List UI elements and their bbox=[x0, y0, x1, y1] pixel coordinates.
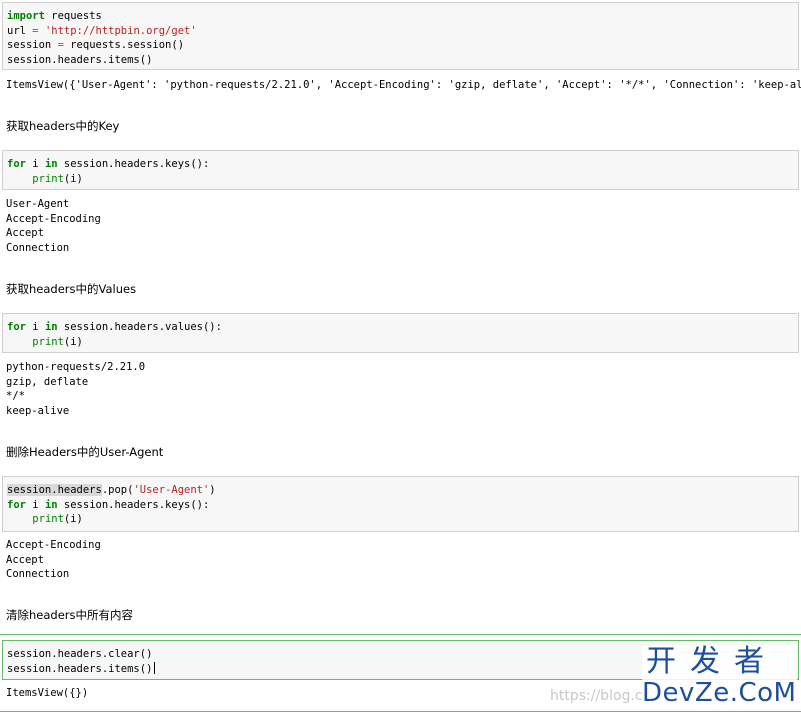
code-text: requests.session() bbox=[70, 39, 185, 52]
watermark-url: https://blog.cs bbox=[550, 688, 650, 704]
string-literal: 'http://httpbin.org/get' bbox=[44, 24, 197, 37]
string-literal: 'User-Agent' bbox=[133, 484, 210, 496]
code-cell-2[interactable]: for i in session.headers.keys(): print(i… bbox=[2, 150, 799, 190]
code-line: import requests bbox=[7, 9, 794, 24]
code-text: session.headers.items() bbox=[7, 662, 153, 675]
cell-output-2: User-Agent Accept-Encoding Accept Connec… bbox=[6, 198, 101, 254]
code-line: session = requests.session() bbox=[7, 38, 794, 53]
cell-output-5: ItemsView({}) bbox=[6, 687, 89, 699]
code-text: i bbox=[25, 158, 45, 170]
code-line: print(i) bbox=[7, 172, 794, 187]
keyword: for bbox=[7, 498, 26, 511]
code-line: print(i) bbox=[7, 335, 794, 350]
code-text: session.headers.values(): bbox=[57, 321, 222, 333]
keyword: in bbox=[44, 321, 58, 333]
builtin: print bbox=[32, 335, 64, 348]
code-text: session.headers.keys(): bbox=[57, 498, 210, 511]
text-cursor bbox=[154, 661, 156, 674]
operator: = bbox=[25, 24, 45, 37]
code-text: session.headers.clear() bbox=[7, 648, 153, 660]
watermark-logo-cn: 开发者 bbox=[646, 644, 778, 679]
bottom-border bbox=[0, 711, 801, 712]
builtin: print bbox=[32, 513, 64, 526]
code-text: (i) bbox=[63, 172, 83, 185]
code-text: .pop( bbox=[101, 484, 134, 496]
code-cell-4[interactable]: session.headers.pop('User-Agent') for i … bbox=[2, 476, 799, 532]
keyword: import bbox=[7, 10, 45, 22]
keyword: for bbox=[7, 158, 26, 170]
code-line: for i in session.headers.values(): bbox=[7, 320, 794, 335]
watermark-logo: 开发者 DevZe.CoM bbox=[642, 645, 797, 711]
code-line: for i in session.headers.keys(): bbox=[7, 157, 794, 172]
code-text: requests bbox=[44, 10, 102, 22]
watermark-logo-en: DevZe.CoM bbox=[642, 678, 797, 708]
code-text: session.headers.keys(): bbox=[57, 158, 210, 170]
code-text: (i) bbox=[63, 513, 83, 526]
selected-cell-indicator bbox=[0, 634, 801, 635]
cell-output-4: Accept-Encoding Accept Connection bbox=[6, 539, 101, 581]
code-line: url = 'http://httpbin.org/get' bbox=[7, 24, 794, 39]
markdown-heading-values: 获取headers中的Values bbox=[6, 282, 137, 296]
code-line: print(i) bbox=[7, 512, 794, 527]
code-text: ) bbox=[209, 484, 216, 496]
code-line: session.headers.items() bbox=[7, 53, 794, 68]
code-line: for i in session.headers.keys(): bbox=[7, 498, 794, 513]
code-text: session.headers.items() bbox=[7, 53, 153, 66]
markdown-heading-delete: 删除Headers中的User-Agent bbox=[6, 445, 164, 459]
builtin: print bbox=[32, 172, 64, 185]
code-text: i bbox=[25, 498, 45, 511]
code-text: url bbox=[7, 24, 26, 37]
code-line: session.headers.pop('User-Agent') bbox=[7, 483, 794, 498]
selected-text: session.headers bbox=[7, 484, 102, 496]
markdown-heading-clear: 清除headers中所有内容 bbox=[6, 608, 134, 622]
keyword: in bbox=[44, 158, 58, 170]
keyword: for bbox=[7, 321, 26, 333]
cell-output-1: ItemsView({'User-Agent': 'python-request… bbox=[6, 79, 801, 91]
markdown-heading-keys: 获取headers中的Key bbox=[6, 119, 120, 133]
cell-output-3: python-requests/2.21.0 gzip, deflate */*… bbox=[6, 361, 146, 417]
code-text: (i) bbox=[63, 335, 83, 348]
code-text: i bbox=[25, 321, 45, 333]
code-cell-3[interactable]: for i in session.headers.values(): print… bbox=[2, 313, 799, 353]
code-text: session bbox=[7, 39, 52, 52]
code-cell-1[interactable]: import requests url = 'http://httpbin.or… bbox=[2, 2, 799, 70]
operator: = bbox=[51, 39, 71, 52]
keyword: in bbox=[44, 498, 58, 511]
